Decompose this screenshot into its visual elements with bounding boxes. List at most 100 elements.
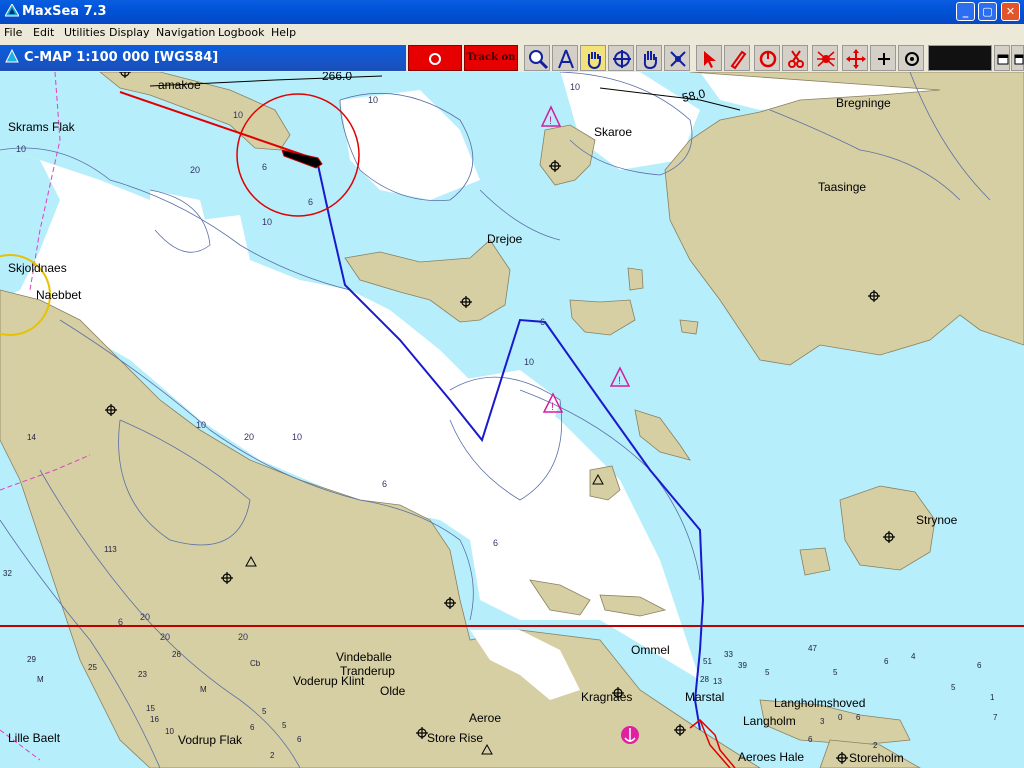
chart-icon xyxy=(5,49,19,63)
place-strynoe: Strynoe xyxy=(916,513,958,527)
undo-spiral-icon xyxy=(759,50,777,68)
magnifier-icon xyxy=(529,50,549,70)
sounding: 6 xyxy=(977,661,982,670)
sounding: 13 xyxy=(713,677,722,686)
menu-edit[interactable]: Edit xyxy=(33,26,54,39)
record-icon xyxy=(429,53,441,65)
sounding: 2 xyxy=(270,751,275,760)
hand-move-button[interactable] xyxy=(580,45,606,71)
sounding: 5 xyxy=(262,707,267,716)
scissors-icon xyxy=(788,50,804,68)
mark-button[interactable] xyxy=(664,45,690,71)
sounding: 2 xyxy=(873,741,878,750)
sounding: 29 xyxy=(27,655,36,664)
sounding: 0 xyxy=(838,713,843,722)
nautical-chart[interactable]: 266.0 58.0 ! ! ! Skrams Flak amakoe Breg… xyxy=(0,72,1024,768)
route-button[interactable] xyxy=(552,45,578,71)
place-aeroe: Aeroe xyxy=(469,711,501,725)
place-bregninge: Bregninge xyxy=(836,96,891,110)
sounding: 25 xyxy=(88,663,97,672)
place-ommel: Ommel xyxy=(631,643,670,657)
place-naebbet: Naebbet xyxy=(36,288,82,302)
minimize-button[interactable]: _ xyxy=(956,2,975,21)
circle-target-button[interactable] xyxy=(898,45,924,71)
contour-label: 20 xyxy=(238,632,248,642)
sounding: M xyxy=(200,685,207,694)
move-button[interactable] xyxy=(842,45,868,71)
window-b-button[interactable] xyxy=(1011,45,1024,71)
cross-marker-icon xyxy=(670,51,686,67)
marina-icon xyxy=(621,726,639,744)
place-voderup-klint: Voderup Klint xyxy=(293,674,365,688)
compass-divider-icon xyxy=(558,49,574,69)
sounding: 14 xyxy=(27,433,36,442)
sounding: 32 xyxy=(3,569,12,578)
menu-display[interactable]: Display xyxy=(109,26,150,39)
target-button[interactable] xyxy=(608,45,634,71)
place-store-rise: Store Rise xyxy=(427,731,483,745)
menu-utilities[interactable]: Utilities xyxy=(64,26,105,39)
contour-label: 6 xyxy=(493,538,498,548)
sounding: 6 xyxy=(856,713,861,722)
window-a-button[interactable] xyxy=(994,45,1010,71)
menu-file[interactable]: File xyxy=(4,26,22,39)
track-on-button[interactable]: Track on xyxy=(464,45,518,71)
circle-dot-icon xyxy=(905,52,919,66)
record-button[interactable] xyxy=(408,45,462,71)
contour-label: 10 xyxy=(524,357,534,367)
place-skjoldnaes: Skjoldnaes xyxy=(8,261,67,275)
contour-label: 20 xyxy=(190,165,200,175)
place-olde: Olde xyxy=(380,684,406,698)
bearing-left: 266.0 xyxy=(322,72,352,83)
menu-help[interactable]: Help xyxy=(271,26,296,39)
undo-button[interactable] xyxy=(754,45,780,71)
sounding: 51 xyxy=(703,657,712,666)
pencil-icon xyxy=(730,50,747,70)
sounding: 6 xyxy=(250,723,255,732)
sounding: 5 xyxy=(951,683,956,692)
sounding: 113 xyxy=(104,545,117,554)
pan-hand-icon xyxy=(643,51,657,70)
place-storeholm: Storeholm xyxy=(849,751,904,765)
window-stack-icon xyxy=(997,54,1009,65)
close-button[interactable]: ✕ xyxy=(1001,2,1020,21)
sounding: 5 xyxy=(833,668,838,677)
sounding: 39 xyxy=(738,661,747,670)
zoom-button[interactable] xyxy=(524,45,550,71)
spider-button[interactable] xyxy=(812,45,838,71)
contour-label: 6 xyxy=(118,617,123,627)
sounding: Cb xyxy=(250,659,261,668)
contour-label: 20 xyxy=(160,632,170,642)
hand-pan-button[interactable] xyxy=(636,45,662,71)
move-arrows-icon xyxy=(846,49,866,69)
sounding: 26 xyxy=(172,650,181,659)
contour-label: 10 xyxy=(196,420,206,430)
toolbar: Track on xyxy=(408,44,1024,72)
menu-logbook[interactable]: Logbook xyxy=(218,26,264,39)
chart-header: C-MAP 1:100 000 [WGS84] xyxy=(0,45,406,71)
maxsea-app-icon xyxy=(5,4,19,17)
window-stack-icon xyxy=(1014,54,1024,65)
plus-button[interactable] xyxy=(870,45,896,71)
pointer-button[interactable] xyxy=(696,45,722,71)
chart-map[interactable]: 266.0 58.0 ! ! ! Skrams Flak amakoe Breg… xyxy=(0,72,1024,768)
sounding: 7 xyxy=(993,713,998,722)
place-vindeballe: Vindeballe xyxy=(336,650,392,664)
maximize-button[interactable]: ▢ xyxy=(978,2,997,21)
place-skaroe: Skaroe xyxy=(594,125,632,139)
sounding: 33 xyxy=(724,650,733,659)
scissors-button[interactable] xyxy=(782,45,808,71)
svg-text:!: ! xyxy=(551,401,554,413)
place-kragnaes: Kragnaes xyxy=(581,690,632,704)
sounding: 6 xyxy=(808,735,813,744)
pencil-button[interactable] xyxy=(724,45,750,71)
sounding: 16 xyxy=(150,715,159,724)
sounding: 6 xyxy=(884,657,889,666)
contour-label: 20 xyxy=(244,432,254,442)
sounding: 3 xyxy=(820,717,825,726)
hand-icon xyxy=(587,52,601,70)
place-taasinge: Taasinge xyxy=(818,180,866,194)
sounding: 1 xyxy=(990,693,995,702)
window-title: MaxSea 7.3 xyxy=(22,4,107,19)
menu-navigation[interactable]: Navigation xyxy=(156,26,215,39)
